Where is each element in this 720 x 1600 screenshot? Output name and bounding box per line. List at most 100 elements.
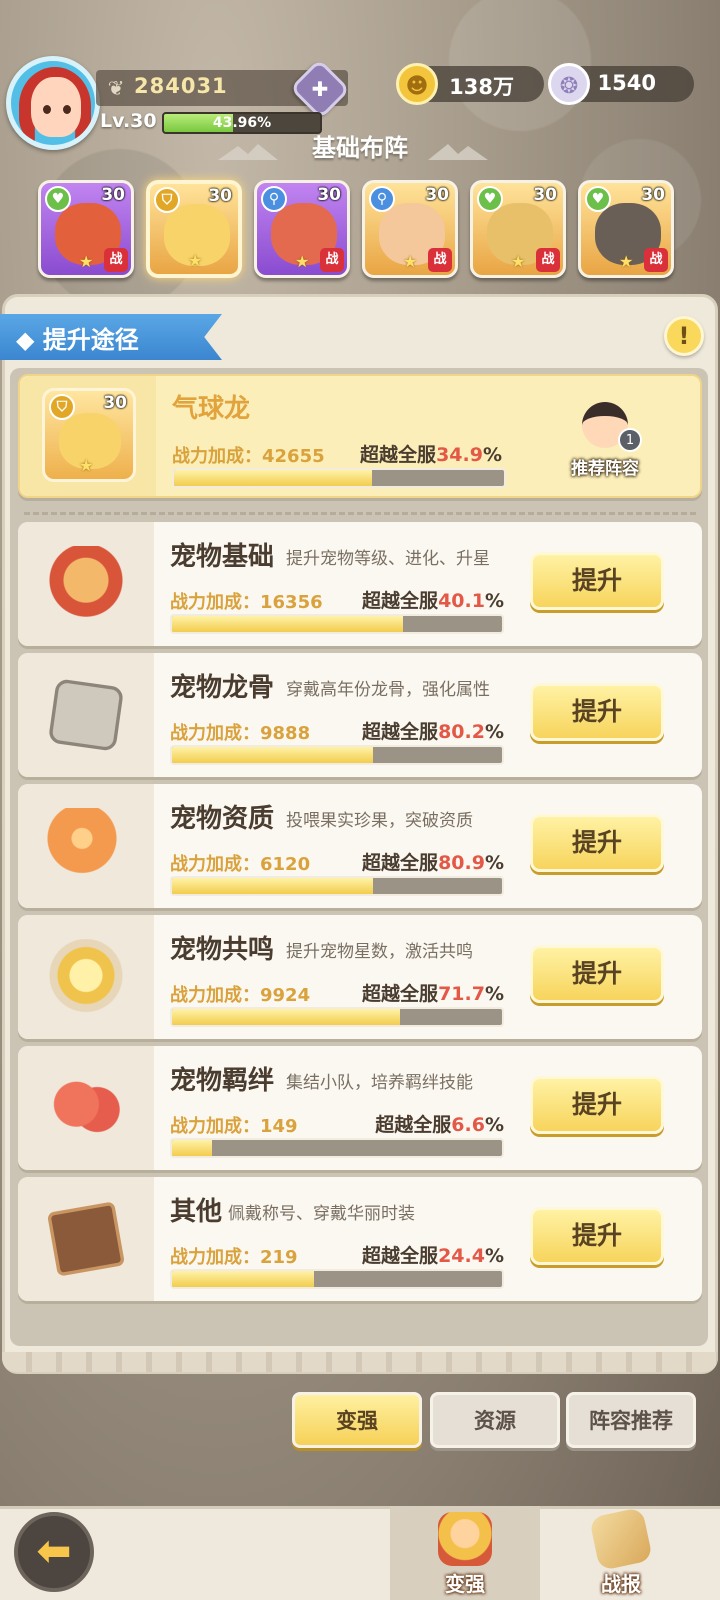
featured-progress-fill bbox=[174, 470, 372, 486]
battle-badge: 战 bbox=[320, 248, 344, 272]
heart-icon: ♥ bbox=[477, 186, 503, 212]
row-progress-fill bbox=[172, 1009, 400, 1025]
upgrade-button[interactable]: 提升 bbox=[530, 1076, 664, 1134]
upgrade-button[interactable]: 提升 bbox=[530, 552, 664, 610]
section-title-text: 提升途径 bbox=[42, 326, 139, 354]
pet-card[interactable]: ♥ 30 ★ 战 bbox=[578, 180, 674, 278]
wings-icon: ❦ bbox=[107, 76, 125, 100]
pet-level: 30 bbox=[101, 185, 125, 205]
tab-strengthen[interactable]: 变强 bbox=[292, 1392, 422, 1448]
battle-badge: 战 bbox=[104, 248, 128, 272]
row-title: 宠物基础 bbox=[170, 542, 275, 572]
star-icon: ★ bbox=[79, 252, 94, 271]
star-icon: ★ bbox=[295, 252, 310, 271]
upgrade-button[interactable]: 提升 bbox=[530, 1207, 664, 1265]
row-title: 宠物龙骨 bbox=[170, 673, 275, 703]
pet-level: 30 bbox=[425, 185, 449, 205]
row-progress-bar bbox=[170, 614, 504, 634]
row-beyond-label: 超越全服 bbox=[362, 1245, 439, 1267]
pet-level: 30 bbox=[533, 185, 557, 205]
upgrade-row: 宠物共鸣 提升宠物星数，激活共鸣 战力加成：9924 超越全服71.7% 提升 bbox=[18, 915, 702, 1039]
gold-coin-icon: ☻ bbox=[396, 63, 438, 105]
avatar-eye-right bbox=[63, 105, 71, 114]
tab-lineup-recommend[interactable]: 阵容推荐 bbox=[566, 1392, 696, 1448]
gold-currency[interactable]: ☻ 138万 bbox=[396, 63, 544, 105]
pet-card[interactable]: ⚲ 30 ★ 战 bbox=[362, 180, 458, 278]
row-progress-fill bbox=[172, 616, 403, 632]
featured-pet-level: 30 bbox=[103, 393, 127, 413]
star-icon: ★ bbox=[403, 252, 418, 271]
upgrade-row: 宠物龙骨 穿戴高年份龙骨，强化属性 战力加成：9888 超越全服80.2% 提升 bbox=[18, 653, 702, 777]
back-arrow-icon[interactable]: ⬅ bbox=[14, 1512, 94, 1592]
dragon-pet-icon bbox=[46, 546, 126, 622]
featured-progress-bar bbox=[172, 468, 506, 488]
pet-card[interactable]: ⚲ 30 ★ 战 bbox=[254, 180, 350, 278]
row-beyond-label: 超越全服 bbox=[362, 852, 439, 874]
upgrade-button[interactable]: 提升 bbox=[530, 814, 664, 872]
row-bonus: 战力加成：219 bbox=[170, 1247, 298, 1268]
nav-strengthen[interactable]: 变强 bbox=[390, 1506, 540, 1600]
pet-card[interactable]: ♥ 30 ★ 战 bbox=[470, 180, 566, 278]
row-pct-sign: % bbox=[484, 590, 504, 612]
row-subtitle: 集结小队，培养羁绊技能 bbox=[286, 1073, 473, 1093]
featured-pet-card[interactable]: ⛉ 30 ★ bbox=[42, 388, 136, 482]
battle-badge: 战 bbox=[428, 248, 452, 272]
star-icon: ★ bbox=[511, 252, 526, 271]
row-beyond-pct: 80.9 bbox=[438, 852, 485, 874]
row-progress-fill bbox=[172, 747, 374, 763]
row-beyond-label: 超越全服 bbox=[362, 721, 439, 743]
nav-battle-report-label: 战报 bbox=[601, 1572, 641, 1596]
row-beyond: 超越全服80.2% bbox=[362, 717, 504, 744]
help-button[interactable]: ! bbox=[664, 316, 704, 356]
row-beyond-pct: 24.4 bbox=[438, 1245, 485, 1267]
battle-badge: 战 bbox=[536, 248, 560, 272]
featured-bonus: 战力加成：42655 bbox=[172, 446, 325, 467]
pet-level: 30 bbox=[317, 185, 341, 205]
bone-icon: ✚ bbox=[311, 77, 329, 101]
combat-power-value: 284031 bbox=[134, 74, 228, 98]
star-crest-icon bbox=[46, 939, 126, 1015]
upgrade-button[interactable]: 提升 bbox=[530, 683, 664, 741]
recommend-lineup-button[interactable]: 1 推荐阵容 bbox=[560, 402, 650, 482]
row-progress-fill bbox=[172, 1271, 314, 1287]
upgrade-button[interactable]: 提升 bbox=[530, 945, 664, 1003]
row-subtitle: 提升宠物等级、进化、升星 bbox=[286, 549, 490, 569]
key-icon: ⚲ bbox=[369, 186, 395, 212]
tab-resources[interactable]: 资源 bbox=[430, 1392, 560, 1448]
star-icon: ★ bbox=[188, 251, 203, 270]
nav-strengthen-label: 变强 bbox=[445, 1572, 485, 1596]
row-pct-sign: % bbox=[484, 1245, 504, 1267]
section-ribbon: ◆ 提升途径 bbox=[0, 314, 222, 360]
row-title: 其他 bbox=[170, 1197, 223, 1227]
row-progress-bar bbox=[170, 876, 504, 896]
row-progress-bar bbox=[170, 1138, 504, 1158]
row-beyond-label: 超越全服 bbox=[362, 590, 439, 612]
row-title: 宠物资质 bbox=[170, 804, 275, 834]
upgrade-row: 宠物羁绊 集结小队，培养羁绊技能 战力加成：149 超越全服6.6% 提升 bbox=[18, 1046, 702, 1170]
row-progress-bar bbox=[170, 745, 504, 765]
row-pct-sign: % bbox=[484, 852, 504, 874]
pet-card[interactable]: ⛉ 30 ★ bbox=[146, 180, 242, 278]
nav-battle-report[interactable]: 战报 bbox=[546, 1506, 696, 1600]
star-icon: ★ bbox=[79, 456, 94, 475]
shield-icon: ⛉ bbox=[49, 394, 75, 420]
hero-icon bbox=[438, 1512, 492, 1566]
row-subtitle: 佩戴称号、穿戴华丽时装 bbox=[228, 1204, 415, 1224]
row-beyond: 超越全服40.1% bbox=[362, 586, 504, 613]
row-title: 宠物羁绊 bbox=[170, 1066, 275, 1096]
row-beyond-pct: 80.2 bbox=[438, 721, 485, 743]
pet-card[interactable]: ♥ 30 ★ 战 bbox=[38, 180, 134, 278]
scroll-icon bbox=[588, 1506, 654, 1572]
row-beyond: 超越全服6.6% bbox=[375, 1110, 504, 1137]
featured-pet-name: 气球龙 bbox=[172, 394, 251, 424]
upgrade-row: 宠物资质 投喂果实珍果，突破资质 战力加成：6120 超越全服80.9% 提升 bbox=[18, 784, 702, 908]
row-beyond-pct: 40.1 bbox=[438, 590, 485, 612]
pet-level: 30 bbox=[641, 185, 665, 205]
row-progress-bar bbox=[170, 1007, 504, 1027]
shell-currency[interactable]: ❂ 1540 bbox=[548, 63, 694, 105]
row-beyond: 超越全服80.9% bbox=[362, 848, 504, 875]
row-progress-fill bbox=[172, 878, 374, 894]
key-icon: ⚲ bbox=[261, 186, 287, 212]
star-icon: ★ bbox=[619, 252, 634, 271]
row-pct-sign: % bbox=[484, 983, 504, 1005]
